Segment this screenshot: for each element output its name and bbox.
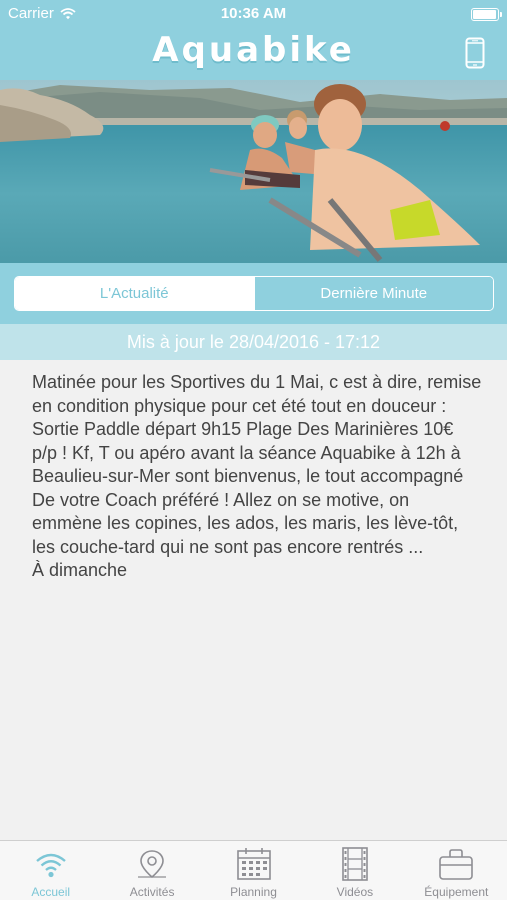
app-title: Aquabike <box>152 30 355 70</box>
tab-equipement[interactable]: Équipement <box>406 841 507 900</box>
tab-bar: Accueil Activités Planning Vidéos Équipe… <box>0 840 507 900</box>
tab-label: Équipement <box>424 885 489 899</box>
tab-videos[interactable]: Vidéos <box>304 841 405 900</box>
tab-label: Vidéos <box>336 885 374 899</box>
tab-planning[interactable]: Planning <box>203 841 304 900</box>
update-timestamp: Mis à jour le 28/04/2016 - 17:12 <box>126 331 381 352</box>
battery-level <box>473 10 496 19</box>
status-time: 10:36 AM <box>220 5 287 22</box>
tab-derniere-minute[interactable]: Dernière Minute <box>253 277 493 310</box>
battery-icon <box>471 8 502 21</box>
map-pin-icon <box>138 850 167 879</box>
tab-actualite[interactable]: L'Actualité <box>15 277 254 310</box>
update-timestamp-bar: Mis à jour le 28/04/2016 - 17:12 <box>0 324 507 360</box>
article-content: Matinée pour les Sportives du 1 Mai, c e… <box>32 371 482 583</box>
status-bar: Carrier 10:36 AM <box>0 0 507 28</box>
tab-label: Accueil <box>31 885 71 899</box>
wifi-icon <box>35 853 66 878</box>
tab-accueil[interactable]: Accueil <box>0 841 101 900</box>
tab-label: Activités <box>129 885 175 899</box>
tab-label: Planning <box>230 885 277 899</box>
nav-bar: Aquabike <box>0 28 507 80</box>
hero-photo <box>0 80 507 263</box>
article-body: Matinée pour les Sportives du 1 Mai, c e… <box>32 372 482 580</box>
film-icon <box>342 847 368 881</box>
calendar-icon <box>236 848 271 880</box>
segment-area: L'Actualité Dernière Minute <box>0 263 507 324</box>
phone-icon[interactable] <box>465 37 485 69</box>
bag-icon <box>439 849 474 880</box>
tab-activites[interactable]: Activités <box>101 841 202 900</box>
news-segmented-control: L'Actualité Dernière Minute <box>14 276 494 311</box>
